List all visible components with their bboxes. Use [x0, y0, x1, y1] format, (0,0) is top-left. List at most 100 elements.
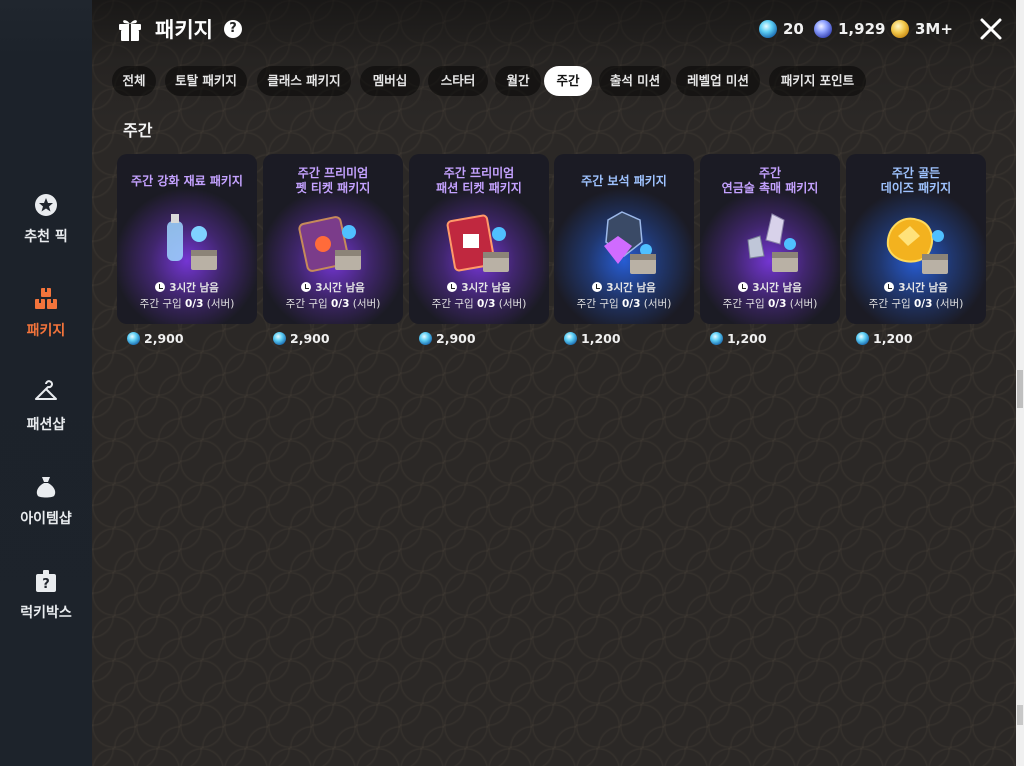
sidebar-item-luckybox[interactable]: ? 럭키박스 [0, 568, 92, 648]
currency-purple-gem: 1,929 [814, 19, 885, 39]
timer-text: 3시간 남음 [606, 282, 656, 294]
purchase-limit: 주간 구입 0/3 (서버) [554, 296, 694, 311]
package-card[interactable]: 주간 프리미엄 펫 티켓 패키지 3시간 남음주간 구입 0/3 (서버) [263, 154, 403, 324]
package-item-art-icon [298, 216, 361, 272]
clock-icon [738, 282, 749, 292]
svg-text:?: ? [42, 577, 50, 592]
limit-value: 0/3 [622, 298, 641, 310]
limit-prefix: 주간 구입 [285, 298, 328, 310]
scrollbar-thumb-lower[interactable] [1017, 705, 1023, 725]
package-item-art-icon [604, 211, 656, 274]
tab-class-package[interactable]: 클래스 패키지 [257, 66, 351, 96]
currency-value: 1,929 [838, 20, 886, 38]
help-icon[interactable]: ? [224, 20, 242, 38]
sidebar-item-itemshop[interactable]: 아이템샵 [0, 474, 92, 554]
package-name: 주간 프리미엄 패션 티켓 패키지 [413, 166, 545, 196]
limit-prefix: 주간 구입 [576, 298, 619, 310]
package-item-art-icon [747, 213, 798, 272]
package-name-line2: 패션 티켓 패키지 [436, 181, 522, 195]
package-price: 2,900 [273, 330, 330, 346]
package-card[interactable]: 주간 보석 패키지 3시간 남음 주간 구입 0/3 (서버) [554, 154, 694, 324]
package-name: 주간 강화 재료 패키지 [121, 174, 253, 189]
sidebar-item-fashion[interactable]: 패션샵 [0, 380, 92, 460]
package-name-line1: 주간 골든 [891, 166, 941, 180]
mystery-box-icon: ? [36, 570, 56, 592]
price-value: 1,200 [581, 330, 621, 346]
purchase-limit: 주간 구입 0/3 (서버) [263, 296, 403, 311]
package-name-line2: 펫 티켓 패키지 [295, 181, 371, 195]
boxes-icon [35, 288, 57, 309]
currency-value: 3M+ [915, 20, 953, 38]
package-name-line1: 주간 프리미엄 [297, 166, 369, 180]
blue-gem-icon [127, 331, 140, 345]
purchase-limit: 주간 구입 0/3 (서버) [700, 296, 840, 311]
clock-icon [301, 282, 312, 292]
package-name: 주간 연금술 촉매 패키지 [704, 166, 836, 196]
limit-suffix: (서버) [789, 298, 818, 310]
package-card[interactable]: 주간 연금술 촉매 패키지 3시간 남음 주간 구입 0/3 (서버) [700, 154, 840, 324]
package-name: 주간 골든 데이즈 패키지 [850, 166, 982, 196]
tab-levelup-mission[interactable]: 레벨업 미션 [676, 66, 760, 96]
timer: 3시간 남음 [846, 280, 986, 295]
package-item-art-icon [167, 214, 217, 270]
package-price: 2,900 [127, 330, 184, 346]
purchase-limit: 주간 구입 0/3 (서버) [117, 296, 257, 311]
limit-prefix: 주간 구입 [139, 298, 182, 310]
limit-prefix: 주간 구입 [431, 298, 474, 310]
scrollbar[interactable] [1016, 0, 1024, 766]
tab-membership[interactable]: 멤버십 [360, 66, 420, 96]
limit-value: 0/3 [914, 298, 933, 310]
sidebar-item-recommended[interactable]: 추천 픽 [0, 192, 92, 272]
timer: 3시간 남음 [409, 280, 549, 295]
tab-attendance-mission[interactable]: 출석 미션 [599, 66, 671, 96]
gold-coin-icon [891, 20, 909, 38]
limit-prefix: 주간 구입 [722, 298, 765, 310]
timer-text: 3시간 남음 [315, 282, 365, 294]
price-value: 2,900 [290, 330, 330, 346]
blue-gem-icon [710, 331, 723, 345]
timer: 3시간 남음 [117, 280, 257, 295]
package-card[interactable]: 주간 골든 데이즈 패키지 3시간 남음 주간 구입 0/3 (서버) [846, 154, 986, 324]
price-value: 2,900 [436, 330, 476, 346]
purchase-limit: 주간 구입 0/3 (서버) [409, 296, 549, 311]
section-title: 주간 [123, 121, 153, 140]
scrollbar-thumb[interactable] [1017, 370, 1023, 408]
currency-blue-gem: 20 [759, 19, 804, 39]
tab-all[interactable]: 전체 [112, 66, 156, 96]
price-value: 1,200 [873, 330, 913, 346]
sidebar: 추천 픽 패키지 패션샵 아이템샵 ? 럭키박스 [0, 0, 92, 766]
limit-suffix: (서버) [498, 298, 527, 310]
tab-monthly[interactable]: 월간 [495, 66, 541, 96]
limit-suffix: (서버) [935, 298, 964, 310]
sidebar-item-label: 패키지 [26, 323, 66, 339]
blue-gem-icon [856, 331, 869, 345]
package-price: 2,900 [419, 330, 476, 346]
sidebar-item-label: 추천 픽 [24, 229, 68, 245]
timer: 3시간 남음 [263, 280, 403, 295]
sidebar-item-package[interactable]: 패키지 [0, 286, 92, 366]
clock-icon [592, 282, 603, 292]
package-price: 1,200 [856, 330, 913, 346]
sidebar-item-label: 패션샵 [26, 417, 66, 433]
package-name-line1: 주간 [758, 166, 782, 180]
blue-gem-icon [273, 331, 286, 345]
clock-icon [155, 282, 166, 292]
package-price: 1,200 [564, 330, 621, 346]
close-icon[interactable] [978, 16, 1004, 42]
package-card[interactable]: 주간 강화 재료 패키지 3시간 남음 주간 구입 0/3 (서버) [117, 154, 257, 324]
limit-suffix: (서버) [643, 298, 672, 310]
tab-weekly[interactable]: 주간 [544, 66, 592, 96]
star-badge-icon [35, 194, 57, 216]
blue-gem-icon [564, 331, 577, 345]
package-item-art-icon [446, 214, 509, 272]
purchase-limit: 주간 구입 0/3 (서버) [846, 296, 986, 311]
clock-icon [447, 282, 458, 292]
tab-package-point[interactable]: 패키지 포인트 [769, 66, 866, 96]
currency-gold-coin: 3M+ [891, 19, 953, 39]
sidebar-item-label: 아이템샵 [20, 511, 72, 527]
tab-starter[interactable]: 스타터 [428, 66, 488, 96]
sidebar-item-label: 럭키박스 [20, 605, 72, 621]
timer-text: 3시간 남음 [461, 282, 511, 294]
package-card[interactable]: 주간 프리미엄 패션 티켓 패키지 3시간 남음주간 구입 0/3 (서버) [409, 154, 549, 324]
tab-total-package[interactable]: 토탈 패키지 [165, 66, 247, 96]
